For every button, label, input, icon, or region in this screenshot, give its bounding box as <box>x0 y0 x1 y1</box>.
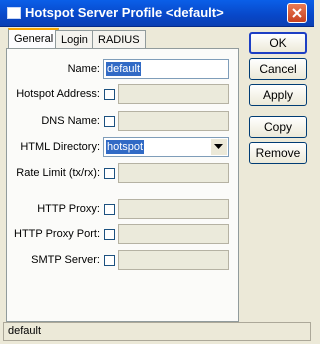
http-proxy-port-label: HTTP Proxy Port: <box>14 228 100 240</box>
smtp-server-checkbox[interactable] <box>104 255 115 266</box>
dropdown-button[interactable] <box>211 139 227 155</box>
http-proxy-port-row: HTTP Proxy Port: <box>7 224 240 244</box>
hotspot-address-checkbox[interactable] <box>104 89 115 100</box>
name-value: default <box>106 62 142 76</box>
http-proxy-label: HTTP Proxy: <box>37 203 100 215</box>
dns-name-field[interactable] <box>118 111 229 131</box>
cancel-button[interactable]: Cancel <box>249 58 307 80</box>
chevron-down-icon <box>214 144 223 149</box>
rate-limit-label: Rate Limit (tx/rx): <box>16 167 100 179</box>
window-title: Hotspot Server Profile <default> <box>25 5 224 20</box>
window-icon <box>7 7 21 19</box>
tab-radius-label: RADIUS <box>98 34 140 46</box>
dns-name-label: DNS Name: <box>41 115 100 127</box>
http-proxy-row: HTTP Proxy: <box>7 199 240 219</box>
rate-limit-field[interactable] <box>118 163 229 183</box>
name-row: Name: default <box>7 59 240 79</box>
hotspot-address-label: Hotspot Address: <box>16 88 100 100</box>
hotspot-address-field[interactable] <box>118 84 229 104</box>
http-proxy-port-checkbox[interactable] <box>104 229 115 240</box>
html-directory-select[interactable]: hotspot <box>103 137 229 157</box>
smtp-server-label: SMTP Server: <box>31 254 100 266</box>
http-proxy-port-field[interactable] <box>118 224 229 244</box>
close-button[interactable] <box>287 3 307 23</box>
ok-button[interactable]: OK <box>249 32 307 54</box>
tab-login[interactable]: Login <box>55 30 94 48</box>
hotspot-address-row: Hotspot Address: <box>7 84 240 104</box>
status-text: default <box>8 325 42 337</box>
tab-general[interactable]: General <box>8 28 60 49</box>
smtp-server-field[interactable] <box>118 250 229 270</box>
title-bar[interactable]: Hotspot Server Profile <default> <box>0 0 314 27</box>
apply-button[interactable]: Apply <box>249 84 307 106</box>
close-icon <box>292 8 302 18</box>
html-directory-value: hotspot <box>106 140 145 154</box>
status-bar: default <box>3 322 311 341</box>
dns-name-row: DNS Name: <box>7 111 240 131</box>
name-field[interactable]: default <box>103 59 229 79</box>
http-proxy-checkbox[interactable] <box>104 204 115 215</box>
tab-radius[interactable]: RADIUS <box>92 30 146 48</box>
rate-limit-checkbox[interactable] <box>104 168 115 179</box>
rate-limit-row: Rate Limit (tx/rx): <box>7 163 240 183</box>
dns-name-checkbox[interactable] <box>104 116 115 127</box>
general-tab-panel: Name: default Hotspot Address: DNS Name:… <box>6 48 239 322</box>
remove-button[interactable]: Remove <box>249 142 307 164</box>
http-proxy-field[interactable] <box>118 199 229 219</box>
html-directory-label: HTML Directory: <box>20 141 100 153</box>
name-label: Name: <box>67 63 100 75</box>
html-directory-row: HTML Directory: hotspot <box>7 137 240 157</box>
tab-login-label: Login <box>61 34 88 46</box>
smtp-server-row: SMTP Server: <box>7 250 240 270</box>
copy-button[interactable]: Copy <box>249 116 307 138</box>
tab-general-label: General <box>14 33 54 45</box>
